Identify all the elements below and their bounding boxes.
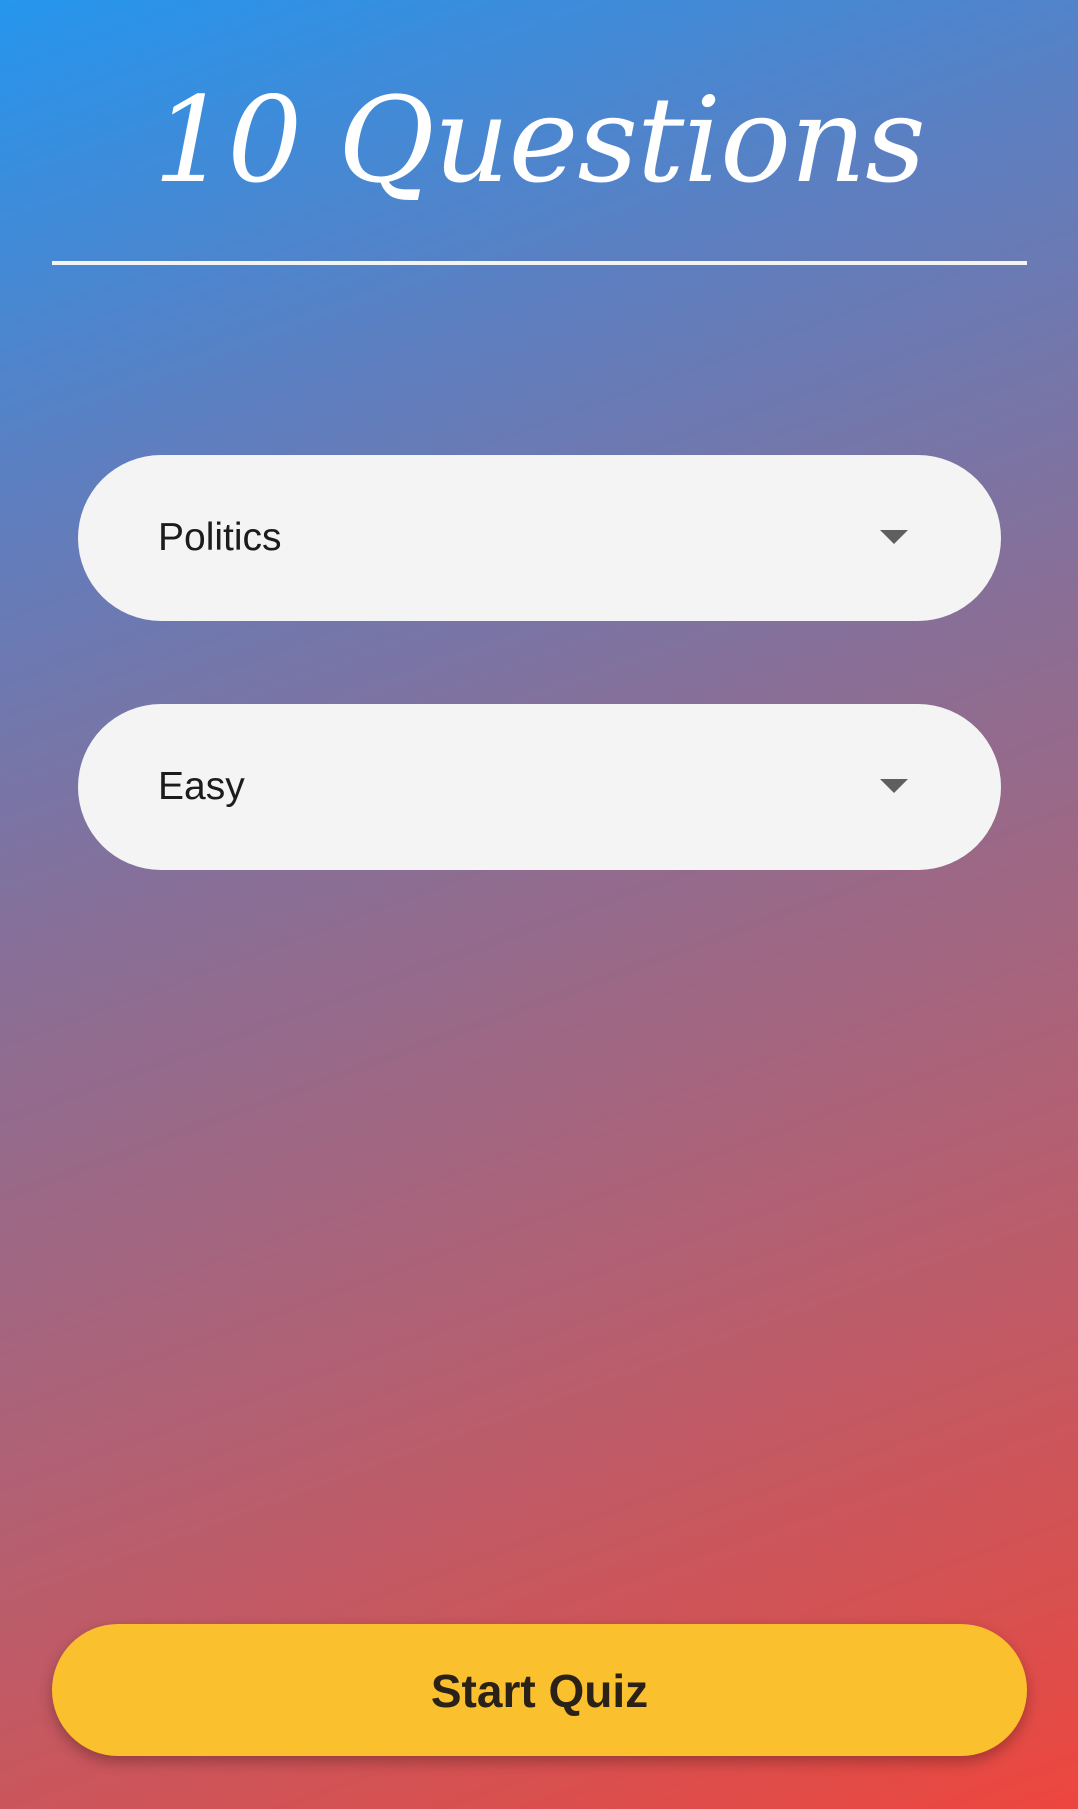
difficulty-dropdown[interactable]: Easy (78, 704, 1001, 870)
title-divider (52, 261, 1027, 265)
difficulty-selected-value: Easy (158, 765, 245, 808)
dropdown-arrow-icon (874, 704, 914, 870)
page-title: 10 Questions (153, 71, 926, 209)
dropdown-arrow-icon (874, 455, 914, 621)
category-selected-value: Politics (158, 516, 282, 559)
category-dropdown[interactable]: Politics (78, 455, 1001, 621)
start-quiz-button[interactable]: Start Quiz (52, 1624, 1027, 1756)
